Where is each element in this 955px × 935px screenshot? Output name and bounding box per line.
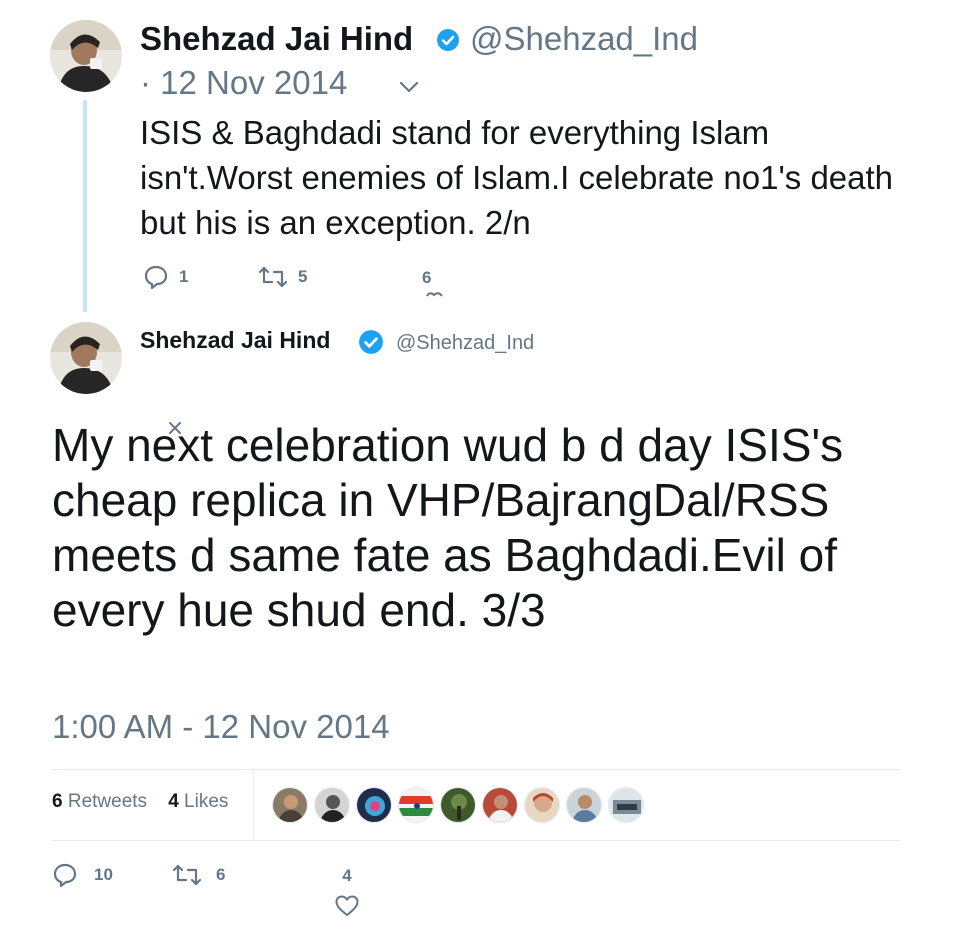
- like-button[interactable]: 6: [422, 268, 448, 298]
- like-count: 6: [422, 268, 432, 287]
- like-icon: [422, 288, 448, 298]
- retweets-stat[interactable]: 6 Retweets: [52, 791, 147, 812]
- avatar[interactable]: [398, 787, 434, 823]
- divider: [52, 840, 900, 841]
- thread-line: [83, 100, 87, 312]
- author-name[interactable]: Shehzad Jai Hind: [140, 327, 330, 354]
- reply-count: 10: [94, 865, 113, 884]
- chevron-down-icon[interactable]: [398, 80, 420, 94]
- reply-button[interactable]: 1: [143, 264, 188, 290]
- avatar[interactable]: [50, 322, 122, 394]
- tweet-date[interactable]: · 12 Nov 2014: [140, 64, 347, 102]
- retweet-button[interactable]: 5: [258, 264, 307, 290]
- likes-label: Likes: [184, 791, 229, 812]
- retweet-count: 6: [216, 865, 226, 884]
- verified-badge-icon: [358, 329, 384, 355]
- tweet-text: My next celebration wud b d day ISIS's c…: [52, 419, 844, 636]
- avatar[interactable]: [566, 787, 602, 823]
- divider: [52, 769, 900, 770]
- avatar[interactable]: [608, 787, 644, 823]
- avatar[interactable]: [272, 787, 308, 823]
- like-total: 4: [168, 791, 179, 812]
- retweet-button[interactable]: 6: [172, 862, 225, 888]
- reply-count: 1: [179, 267, 189, 286]
- retweet-total: 6: [52, 791, 63, 812]
- avatar[interactable]: [440, 787, 476, 823]
- liker-avatars: [272, 787, 650, 823]
- tweet-timestamp[interactable]: 1:00 AM - 12 Nov 2014: [52, 708, 390, 746]
- tweet-text: ISIS & Baghdadi stand for everything Isl…: [140, 114, 894, 241]
- reply-icon: [52, 862, 78, 888]
- retweet-icon: [258, 264, 288, 290]
- verified-badge-icon: [436, 28, 460, 52]
- avatar[interactable]: [524, 787, 560, 823]
- engagement-stats: 6 Retweets 4 Likes: [52, 791, 228, 813]
- reply-icon: [143, 264, 169, 290]
- avatar[interactable]: [356, 787, 392, 823]
- reply-button[interactable]: 10: [52, 862, 113, 888]
- author-handle[interactable]: @Shehzad_Ind: [396, 332, 534, 355]
- divider: [253, 770, 254, 840]
- like-icon: [334, 894, 360, 918]
- like-button[interactable]: 4: [334, 866, 360, 918]
- retweets-label: Retweets: [67, 791, 148, 812]
- avatar[interactable]: [314, 787, 350, 823]
- author-name[interactable]: Shehzad Jai Hind: [140, 20, 413, 58]
- avatar[interactable]: [50, 20, 122, 92]
- avatar[interactable]: [482, 787, 518, 823]
- likes-stat[interactable]: 4 Likes: [168, 791, 228, 812]
- retweet-icon: [172, 862, 202, 888]
- author-handle[interactable]: @Shehzad_Ind: [470, 20, 698, 58]
- like-count: 4: [342, 866, 352, 885]
- retweet-count: 5: [298, 267, 308, 286]
